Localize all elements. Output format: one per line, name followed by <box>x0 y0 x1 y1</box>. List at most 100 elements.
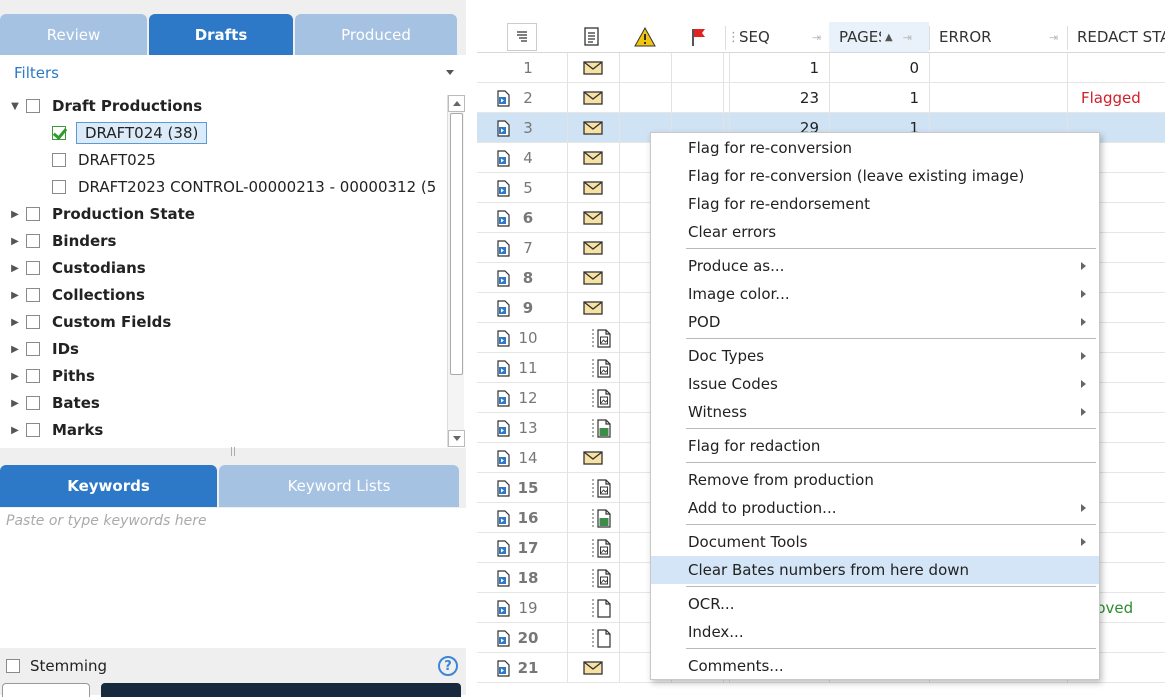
chevron-down-icon[interactable] <box>446 70 454 75</box>
tree-scrollbar[interactable] <box>447 95 465 447</box>
menu-item[interactable]: Document Tools <box>651 528 1099 556</box>
menu-item[interactable]: Index... <box>651 618 1099 646</box>
expand-closed-icon[interactable]: ▶ <box>8 263 22 274</box>
flag-icon[interactable] <box>690 22 708 52</box>
tree-item[interactable]: ▶ Binders <box>8 229 116 253</box>
menu-item[interactable]: Clear errors <box>651 218 1099 246</box>
tree-checkbox[interactable] <box>26 342 40 356</box>
menu-item[interactable]: Doc Types <box>651 342 1099 370</box>
tree-checkbox[interactable] <box>52 153 66 167</box>
document-viewer-icon[interactable] <box>496 570 510 587</box>
pin-icon[interactable]: ⇥ <box>812 31 821 44</box>
panel-splitter[interactable]: || <box>228 447 238 457</box>
scroll-thumb[interactable] <box>450 113 463 375</box>
menu-item[interactable]: Comments... <box>651 652 1099 680</box>
menu-item[interactable]: Flag for re-conversion (leave existing i… <box>651 162 1099 190</box>
tab-drafts[interactable]: Drafts <box>149 14 293 56</box>
tab-keywords[interactable]: Keywords <box>0 465 217 507</box>
pages-column-header[interactable]: PAGES ▲ ⇥ <box>829 22 929 52</box>
help-icon[interactable]: ? <box>438 656 458 676</box>
document-viewer-icon[interactable] <box>496 180 510 197</box>
table-row[interactable]: 1 1 0 <box>477 53 1165 83</box>
pin-icon[interactable]: ⇥ <box>903 31 912 44</box>
document-viewer-icon[interactable] <box>496 330 510 347</box>
menu-item[interactable]: Remove from production <box>651 466 1099 494</box>
pin-icon[interactable]: ⇥ <box>1049 31 1058 44</box>
tree-checkbox[interactable] <box>26 99 40 113</box>
expand-closed-icon[interactable]: ▶ <box>8 344 22 355</box>
tree-item[interactable]: DRAFT2023 CONTROL-00000213 - 00000312 (5 <box>52 175 436 199</box>
document-viewer-icon[interactable] <box>496 270 510 287</box>
tree-checkbox[interactable] <box>26 207 40 221</box>
tree-item[interactable]: ▶ Custodians <box>8 256 146 280</box>
menu-item[interactable]: Issue Codes <box>651 370 1099 398</box>
warning-icon[interactable] <box>634 22 656 52</box>
tree-item[interactable]: DRAFT025 <box>52 148 156 172</box>
tree-checkbox[interactable] <box>26 234 40 248</box>
filters-label[interactable]: Filters <box>14 64 59 82</box>
expand-closed-icon[interactable]: ▶ <box>8 425 22 436</box>
stemming-toggle[interactable]: Stemming <box>6 657 107 675</box>
table-row[interactable]: 2 23 1 Flagged <box>477 83 1165 113</box>
menu-item[interactable]: Clear Bates numbers from here down <box>651 556 1099 584</box>
tree-item[interactable]: ▶ Marks <box>8 418 103 442</box>
tree-checkbox[interactable] <box>26 423 40 437</box>
document-viewer-icon[interactable] <box>496 120 510 137</box>
seq-column-header[interactable]: SEQ <box>739 22 770 52</box>
column-chooser-icon[interactable] <box>507 23 537 51</box>
tree-item[interactable]: ▶ Custom Fields <box>8 310 171 334</box>
scroll-up-icon[interactable] <box>448 95 465 112</box>
tab-review[interactable]: Review <box>0 14 147 56</box>
document-viewer-icon[interactable] <box>496 210 510 227</box>
document-viewer-icon[interactable] <box>496 240 510 257</box>
menu-item[interactable]: Witness <box>651 398 1099 426</box>
expand-closed-icon[interactable]: ▶ <box>8 371 22 382</box>
document-viewer-icon[interactable] <box>496 90 510 107</box>
tree-checkbox[interactable] <box>26 315 40 329</box>
tree-item[interactable]: ▶ Piths <box>8 364 95 388</box>
menu-item[interactable]: POD <box>651 308 1099 336</box>
error-column-header[interactable]: ERROR <box>939 22 992 52</box>
document-viewer-icon[interactable] <box>496 630 510 647</box>
tree-item[interactable]: ▶ Collections <box>8 283 145 307</box>
expand-open-icon[interactable]: ▼ <box>8 101 22 112</box>
menu-item[interactable]: Flag for redaction <box>651 432 1099 460</box>
document-viewer-icon[interactable] <box>496 420 510 437</box>
tree-checkbox[interactable] <box>52 180 66 194</box>
tree-checkbox[interactable] <box>26 288 40 302</box>
document-viewer-icon[interactable] <box>496 540 510 557</box>
tree-item[interactable]: ▶ Production State <box>8 202 195 226</box>
tree-item[interactable]: ▶ IDs <box>8 337 79 361</box>
document-viewer-icon[interactable] <box>496 390 510 407</box>
tree-checkbox[interactable] <box>26 261 40 275</box>
document-viewer-icon[interactable] <box>496 300 510 317</box>
expand-closed-icon[interactable]: ▶ <box>8 236 22 247</box>
keywords-input[interactable]: Paste or type keywords here <box>0 508 466 648</box>
tree-item[interactable]: ▼ Draft Productions <box>8 94 202 118</box>
document-viewer-icon[interactable] <box>496 600 510 617</box>
document-viewer-icon[interactable] <box>496 150 510 167</box>
doc-type-header-icon[interactable] <box>583 22 601 52</box>
tree-checkbox[interactable] <box>26 369 40 383</box>
tab-produced[interactable]: Produced <box>295 14 457 56</box>
redact-status-column-header[interactable]: REDACT STA <box>1077 22 1165 52</box>
document-viewer-icon[interactable] <box>496 480 510 497</box>
document-viewer-icon[interactable] <box>496 450 510 467</box>
expand-closed-icon[interactable]: ▶ <box>8 290 22 301</box>
document-viewer-icon[interactable] <box>496 660 510 677</box>
menu-item[interactable]: Flag for re-conversion <box>651 134 1099 162</box>
tree-item[interactable]: ▶ Bates <box>8 391 100 415</box>
menu-item[interactable]: Flag for re-endorsement <box>651 190 1099 218</box>
tree-checkbox[interactable] <box>52 126 66 140</box>
tree-checkbox[interactable] <box>26 396 40 410</box>
menu-item[interactable]: Image color... <box>651 280 1099 308</box>
document-viewer-icon[interactable] <box>496 510 510 527</box>
expand-closed-icon[interactable]: ▶ <box>8 398 22 409</box>
expand-closed-icon[interactable]: ▶ <box>8 209 22 220</box>
menu-item[interactable]: Add to production... <box>651 494 1099 522</box>
scroll-down-icon[interactable] <box>448 430 465 447</box>
menu-item[interactable]: OCR... <box>651 590 1099 618</box>
document-viewer-icon[interactable] <box>496 360 510 377</box>
expand-closed-icon[interactable]: ▶ <box>8 317 22 328</box>
tree-item[interactable]: DRAFT024 (38) <box>52 121 208 145</box>
